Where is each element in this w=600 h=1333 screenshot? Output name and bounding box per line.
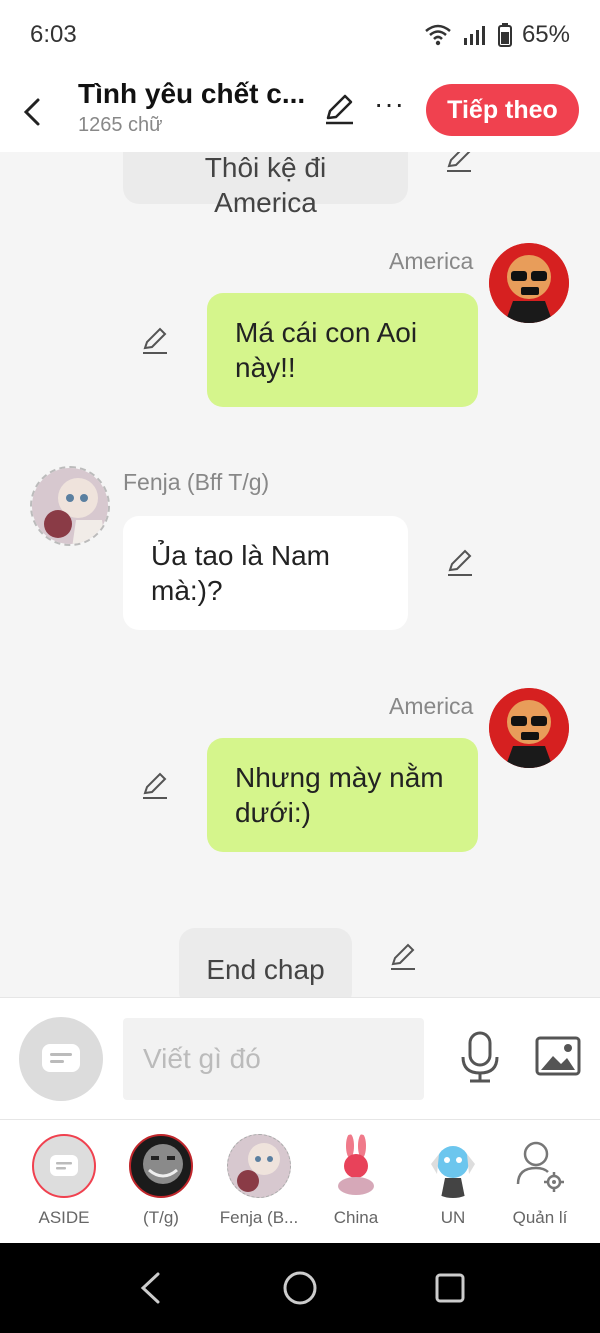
nav-recents-icon[interactable] [434, 1272, 466, 1304]
tg-avatar [129, 1134, 193, 1198]
image-icon[interactable] [535, 1036, 581, 1076]
edit-message-icon[interactable] [140, 326, 170, 356]
character-label: Fenja (B... [219, 1208, 299, 1227]
china-avatar [324, 1134, 388, 1198]
title-block: Tình yêu chết c... 1265 chữ [78, 78, 318, 137]
edit-title-icon[interactable] [322, 92, 356, 126]
tg-face-icon [143, 1144, 183, 1184]
speaker-name: America [389, 693, 474, 719]
america-avatar[interactable] [489, 688, 569, 768]
narration-text: End chap [206, 954, 325, 985]
story-title[interactable]: Tình yêu chết c... [78, 78, 318, 110]
word-count: 1265 chữ [78, 114, 163, 136]
screen: 6:03 65% Tình yêu chết c... 1265 chữ ···… [0, 0, 600, 1333]
signal-icon [463, 26, 485, 45]
character-fenja[interactable]: Fenja (B... [214, 1134, 304, 1228]
fenja-face-icon [237, 1143, 280, 1192]
edit-message-icon[interactable] [140, 771, 170, 801]
story-header: Tình yêu chết c... 1265 chữ ··· Tiếp the… [0, 70, 600, 152]
speaker-name: America [389, 248, 474, 274]
china-bunny-icon [338, 1134, 374, 1195]
system-nav-bar [0, 1243, 600, 1333]
character-label: Quản lí [512, 1208, 568, 1227]
right-message-bubble[interactable]: Má cái con Aoi này!! [207, 293, 478, 407]
nav-home-icon[interactable] [282, 1270, 318, 1306]
microphone-icon[interactable] [458, 1031, 502, 1083]
message-text: Ủa tao là Nam mà:)? [151, 540, 330, 606]
un-face-icon [431, 1146, 475, 1198]
character-aside[interactable]: ASIDE [19, 1134, 109, 1228]
speaker-name: Fenja (Bff T/g) [123, 469, 270, 495]
edit-message-icon[interactable] [444, 152, 474, 174]
character-label: ASIDE [38, 1208, 90, 1227]
un-avatar [421, 1134, 485, 1198]
america-face-icon [489, 688, 569, 768]
character-bar: ASIDE (T/g) Fenja (B... China UN Quản lí [0, 1119, 600, 1243]
fenja-face-icon [32, 468, 108, 544]
battery-percent: 65% [521, 21, 570, 48]
edit-message-icon[interactable] [445, 548, 475, 578]
back-arrow-icon[interactable] [18, 92, 48, 132]
right-message-bubble[interactable]: Nhưng mày nằm dưới:) [207, 738, 478, 852]
wifi-icon [425, 24, 451, 46]
left-message-bubble[interactable]: Ủa tao là Nam mà:)? [123, 516, 408, 630]
status-icons: 65% [424, 21, 570, 49]
character-label: UN [440, 1208, 466, 1227]
chat-bubble-icon [50, 1155, 78, 1176]
character-china[interactable]: China [311, 1134, 401, 1228]
battery-icon [497, 23, 512, 47]
composer-bar [0, 997, 600, 1119]
aside-toggle-button[interactable] [19, 1017, 103, 1101]
status-time: 6:03 [30, 21, 77, 48]
more-icon[interactable]: ··· [374, 88, 405, 120]
america-avatar[interactable] [489, 243, 569, 323]
character-label: China [333, 1208, 379, 1227]
next-button[interactable]: Tiếp theo [426, 84, 579, 136]
fenja-small-avatar [227, 1134, 291, 1198]
edit-message-icon[interactable] [388, 942, 418, 972]
message-input[interactable] [123, 1018, 424, 1100]
manage-icon-wrap [508, 1134, 572, 1198]
message-text: Má cái con Aoi này!! [235, 317, 418, 383]
chat-area[interactable]: Thôi kệ đi America America Má cái con Ao… [0, 152, 600, 997]
status-bar: 6:03 65% [0, 0, 600, 70]
fenja-avatar[interactable] [30, 466, 110, 546]
nav-back-icon[interactable] [136, 1271, 164, 1305]
aside-avatar [32, 1134, 96, 1198]
character-un[interactable]: UN [408, 1134, 498, 1228]
narration-bubble[interactable]: End chap [179, 928, 352, 997]
narration-text: Thôi kệ đi America [204, 152, 327, 218]
user-settings-icon [516, 1141, 564, 1192]
narration-bubble[interactable]: Thôi kệ đi America [123, 152, 408, 218]
america-face-icon [489, 243, 569, 323]
character-tg[interactable]: (T/g) [116, 1134, 206, 1228]
message-text: Nhưng mày nằm dưới:) [235, 762, 444, 828]
character-label: (T/g) [143, 1208, 179, 1227]
manage-characters[interactable]: Quản lí [495, 1134, 585, 1228]
chat-bubble-icon [42, 1044, 80, 1072]
